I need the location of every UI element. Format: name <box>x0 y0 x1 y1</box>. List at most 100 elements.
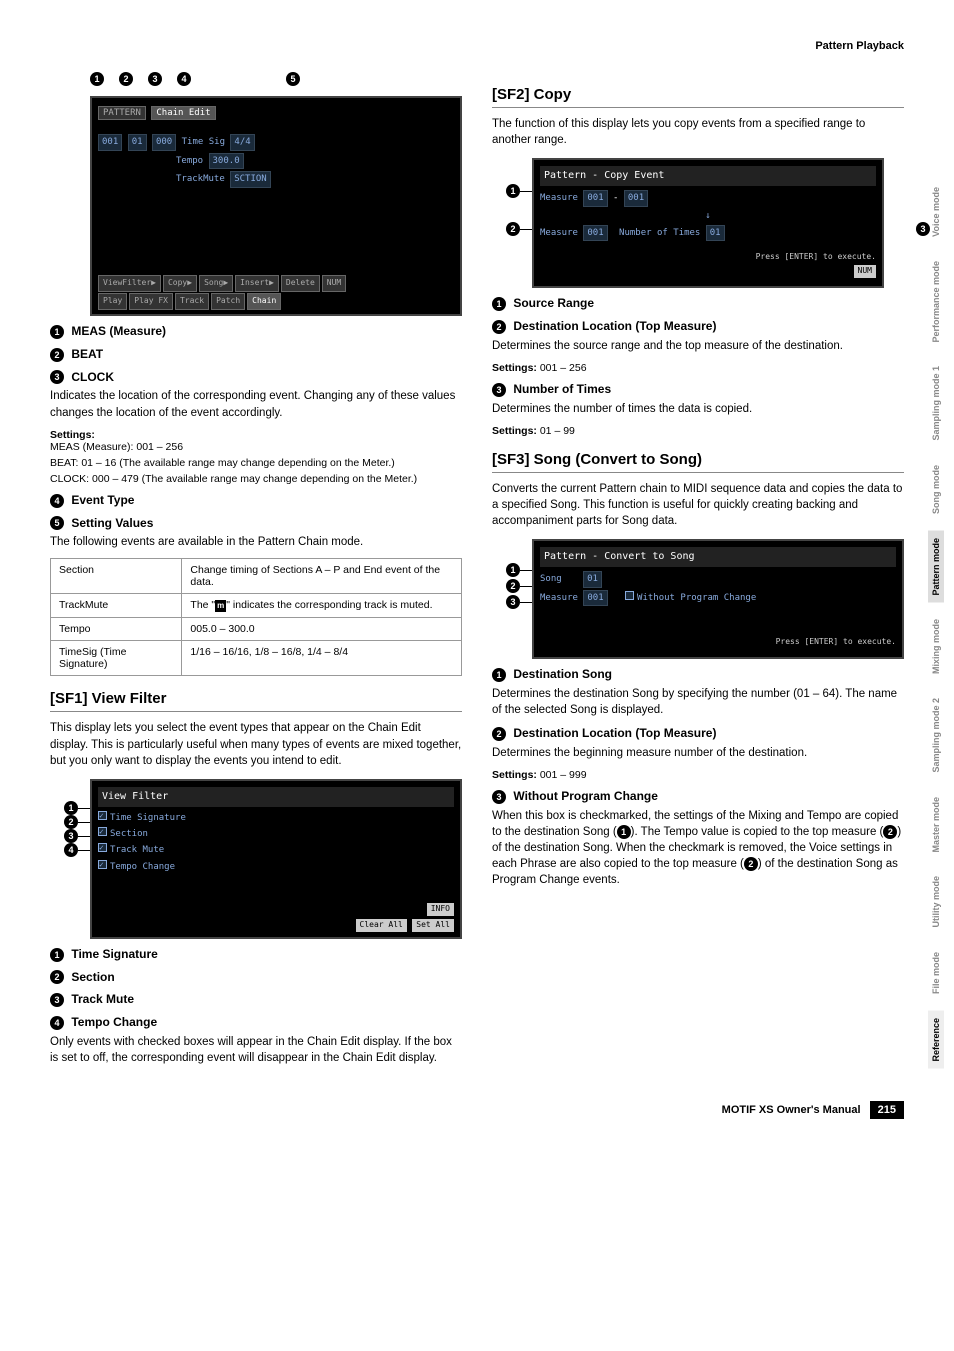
sf1-desc2: Only events with checked boxes will appe… <box>50 1034 462 1066</box>
heading-dest-loc2-text: Destination Location (Top Measure) <box>513 726 716 740</box>
conv-meas-label: Measure <box>540 593 578 603</box>
vf-title: View Filter <box>98 787 454 807</box>
sf2-s2-label: Settings: <box>492 362 537 374</box>
heading-without-pc-text: Without Program Change <box>513 789 658 803</box>
tab-utility-mode[interactable]: Utility mode <box>928 869 944 935</box>
beat-field: 01 <box>128 134 147 150</box>
meas-desc: Indicates the location of the correspond… <box>50 388 462 420</box>
cell-timesig-desc: 1/16 – 16/16, 1/8 – 16/8, 1/4 – 8/4 <box>182 641 462 676</box>
screenshot-copy-event: Pattern - Copy Event Measure 001 - 001 ↓… <box>532 158 884 288</box>
sf2-desc3: Determines the number of times the data … <box>492 401 904 417</box>
sf3-title: [SF3] Song (Convert to Song) <box>492 451 904 473</box>
sf3-s2: 001 – 999 <box>540 769 587 781</box>
heading-eventtype-text: Event Type <box>71 493 134 507</box>
copy-title: Pattern - Copy Event <box>540 166 876 186</box>
tab-song-mode[interactable]: Song mode <box>928 458 944 521</box>
side-mode-tabs: Voice mode Performance mode Sampling mod… <box>928 180 944 1069</box>
conv-title: Pattern - Convert to Song <box>540 547 896 567</box>
callout-conv-2: 2 <box>506 579 520 593</box>
heading-dest-loc-text: Destination Location (Top Measure) <box>513 319 716 333</box>
heading-without-pc: 3 Without Program Change <box>492 789 904 804</box>
sf2-title: [SF2] Copy <box>492 86 904 108</box>
conv-wpc-label: Without Program Change <box>637 593 756 603</box>
settings-beat: BEAT: 01 – 16 (The available range may c… <box>50 457 462 469</box>
conv-song-label: Song <box>540 574 562 584</box>
chk-section <box>98 827 107 836</box>
heading-meas-text: MEAS (Measure) <box>71 324 166 338</box>
heading-settingvalues: 5 Setting Values <box>50 516 462 531</box>
tab-reference[interactable]: Reference <box>928 1011 944 1069</box>
tab-pattern-mode[interactable]: Pattern mode <box>928 531 944 603</box>
sf2-s3: 01 – 99 <box>540 425 575 437</box>
copy-meas2-label: Measure <box>540 228 578 238</box>
heading-meas: 1 MEAS (Measure) <box>50 324 462 339</box>
cell-trackmute-desc: The "m" indicates the corresponding trac… <box>182 594 462 618</box>
chk-tempo <box>98 860 107 869</box>
copy-dash: - <box>613 193 618 203</box>
tab-voice-mode[interactable]: Voice mode <box>928 180 944 244</box>
tempo-value: 300.0 <box>209 153 244 169</box>
tab-mixing-mode[interactable]: Mixing mode <box>928 612 944 681</box>
eventtype-desc: The following events are available in th… <box>50 534 462 550</box>
tab-file-mode[interactable]: File mode <box>928 945 944 1001</box>
sf2-s3-label: Settings: <box>492 425 537 437</box>
page-number: 215 <box>870 1101 904 1119</box>
tab-pattern: PATTERN <box>98 106 146 120</box>
heading-vf-section-text: Section <box>71 970 114 984</box>
meas-field: 001 <box>98 134 122 150</box>
conv-song-val: 01 <box>583 571 602 587</box>
heading-dest-song-text: Destination Song <box>513 667 612 681</box>
screenshot-chain-edit: PATTERN Chain Edit 001 01 000 Time Sig 4… <box>90 96 462 316</box>
heading-vf-timesig-text: Time Signature <box>71 947 157 961</box>
footer-book: MOTIF XS Owner's Manual <box>722 1104 861 1116</box>
screenshot-convert-song: Pattern - Convert to Song Song 01 Measur… <box>532 539 904 659</box>
heading-vf-timesig: 1 Time Signature <box>50 947 462 962</box>
tab-master-mode[interactable]: Master mode <box>928 790 944 860</box>
inline-callout-2a: 2 <box>883 825 897 839</box>
heading-source-range-text: Source Range <box>513 296 594 310</box>
heading-vf-tempo: 4 Tempo Change <box>50 1015 462 1030</box>
copy-numtimes-label: Number of Times <box>619 228 700 238</box>
mute-icon: m <box>215 600 226 612</box>
heading-settingvalues-text: Setting Values <box>71 516 153 530</box>
heading-vf-section: 2 Section <box>50 970 462 985</box>
heading-clock: 3 CLOCK <box>50 370 462 385</box>
sf2-desc2: Determines the source range and the top … <box>492 338 904 354</box>
callout-conv-3: 3 <box>506 595 520 609</box>
conv-meas-val: 001 <box>583 590 607 606</box>
btn-setall: Set All <box>412 919 454 932</box>
cell-trackmute: TrackMute <box>51 594 182 618</box>
settings-clock: CLOCK: 000 – 479 (The available range ma… <box>50 473 462 485</box>
heading-clock-text: CLOCK <box>71 370 114 384</box>
heading-dest-song: 1 Destination Song <box>492 667 904 682</box>
copy-meas1-label: Measure <box>540 193 578 203</box>
copy-meas1a: 001 <box>583 190 607 206</box>
heading-vf-trackmute-text: Track Mute <box>71 992 134 1006</box>
inline-callout-1: 1 <box>617 825 631 839</box>
heading-numtimes: 3 Number of Times <box>492 382 904 397</box>
copy-numtimes: 01 <box>706 225 725 241</box>
heading-source-range: 1 Source Range <box>492 296 904 311</box>
btn-clearall: Clear All <box>356 919 407 932</box>
inline-callout-2b: 2 <box>744 857 758 871</box>
vf-tempo: Tempo Change <box>110 862 175 872</box>
heading-vf-trackmute: 3 Track Mute <box>50 992 462 1007</box>
copy-meas2a: 001 <box>583 225 607 241</box>
tab-sampling-mode-2[interactable]: Sampling mode 2 <box>928 691 944 780</box>
btn-info: INFO <box>427 903 454 916</box>
heading-vf-tempo-text: Tempo Change <box>71 1015 157 1029</box>
copy-num-btn: NUM <box>854 265 876 278</box>
vf-trackmute: Track Mute <box>110 845 164 855</box>
sf2-desc: The function of this display lets you co… <box>492 116 904 148</box>
callout-vf-4: 4 <box>64 843 78 857</box>
sf3-s2-label: Settings: <box>492 769 537 781</box>
heading-numtimes-text: Number of Times <box>513 382 611 396</box>
tab-performance-mode[interactable]: Performance mode <box>928 254 944 350</box>
callout-vf-2: 2 <box>64 815 78 829</box>
callout-copy-2: 2 <box>506 222 520 236</box>
callouts-top: 1 2 3 4 5 <box>50 72 462 86</box>
vf-timesig: Time Signature <box>110 813 186 823</box>
callout-vf-3: 3 <box>64 829 78 843</box>
tab-sampling-mode-1[interactable]: Sampling mode 1 <box>928 359 944 448</box>
trackmute-value: SCTION <box>230 171 271 187</box>
